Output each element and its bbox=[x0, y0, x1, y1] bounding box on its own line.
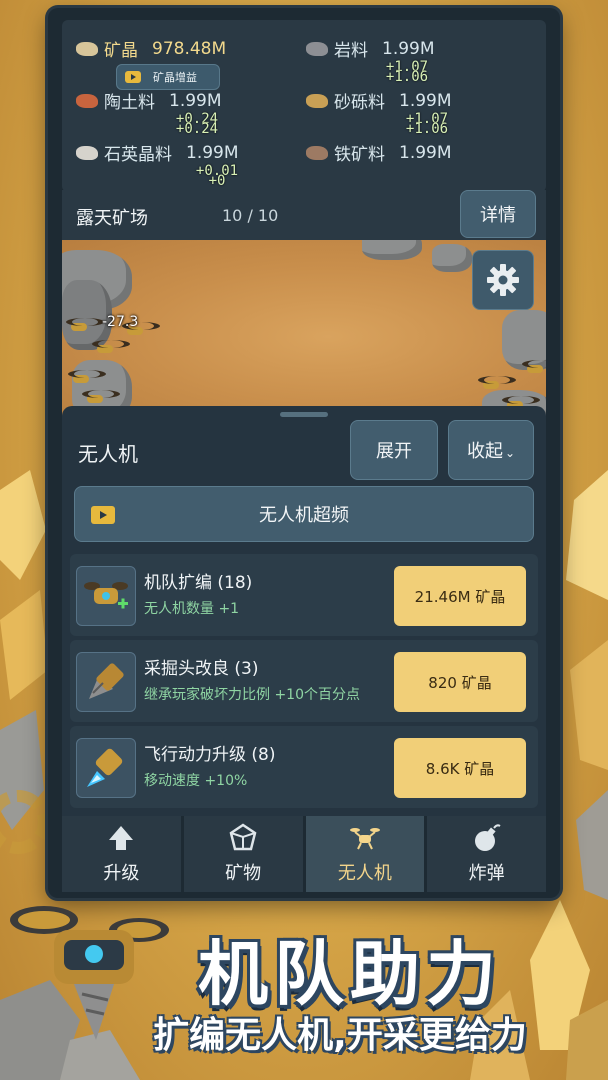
crystal-ore-icon bbox=[76, 41, 98, 56]
upgrade-row: 采掘头改良 (3) 继承玩家破坏力比例 +10个百分点 820 矿晶 bbox=[70, 640, 538, 722]
video-ad-icon bbox=[91, 506, 115, 524]
resource-gravel: 砂砾料 1.99M bbox=[306, 88, 452, 113]
mining-field[interactable]: -27.3 bbox=[62, 240, 546, 416]
drone bbox=[522, 360, 546, 378]
video-ad-icon bbox=[125, 71, 141, 83]
tab-minerals[interactable]: 矿物 bbox=[183, 816, 303, 892]
drag-handle[interactable] bbox=[280, 412, 328, 417]
drone bbox=[68, 370, 106, 388]
delta-rock: +1.07 +1.06 bbox=[385, 59, 429, 85]
drone-icon bbox=[349, 823, 381, 853]
drone-overclock-button[interactable]: 无人机超频 bbox=[74, 486, 534, 542]
expand-button[interactable]: 展开 bbox=[350, 420, 438, 480]
upgrade-row: 飞行动力升级 (8) 移动速度 +10% 8.6K 矿晶 bbox=[70, 726, 538, 808]
crystal-boost-button[interactable]: 矿晶增益 bbox=[116, 64, 220, 90]
tab-upgrade[interactable]: 升级 bbox=[62, 816, 181, 892]
promo-headline: 机队助力 bbox=[198, 933, 502, 1015]
detail-button[interactable]: 详情 bbox=[460, 190, 536, 238]
drone bbox=[478, 376, 516, 394]
delta-gravel: +1.07 +1.06 bbox=[405, 111, 449, 137]
delta-quartz: +0.01 +0 bbox=[195, 163, 239, 189]
resource-rock: 岩料 1.99M bbox=[306, 36, 435, 61]
tab-drone[interactable]: 无人机 bbox=[305, 816, 425, 892]
iron-ore-icon bbox=[306, 145, 328, 160]
gear-icon bbox=[487, 264, 519, 296]
arrow-up-icon bbox=[107, 823, 135, 853]
upgrade-buy-button[interactable]: 820 矿晶 bbox=[394, 652, 526, 712]
crystal-cluster-right bbox=[566, 470, 608, 900]
resource-iron: 铁矿料 1.99M bbox=[306, 140, 452, 165]
clay-ore-icon bbox=[76, 93, 98, 108]
upgrade-desc: 移动速度 +10% bbox=[144, 773, 248, 789]
bomb-icon bbox=[473, 823, 501, 853]
upgrade-buy-button[interactable]: 8.6K 矿晶 bbox=[394, 738, 526, 798]
resource-quartz: 石英晶料 1.99M bbox=[76, 140, 239, 165]
upgrade-name: 飞行动力升级 (8) bbox=[144, 745, 276, 765]
rock bbox=[362, 240, 422, 260]
mine-title: 露天矿场 bbox=[76, 208, 148, 229]
resource-panel: 矿晶 978.48M 岩料 1.99M +1.07 +1.06 矿晶增益 陶土料… bbox=[62, 20, 546, 192]
promo-subline: 扩编无人机,开采更给力 bbox=[153, 1015, 527, 1056]
mine-header: 露天矿场 10 / 10 详情 bbox=[62, 190, 546, 242]
drone-plus-icon bbox=[76, 566, 136, 626]
bottom-tab-bar: 升级 矿物 无人机 炸弹 bbox=[62, 816, 546, 892]
upgrade-name: 机队扩编 (18) bbox=[144, 573, 253, 593]
quartz-ore-icon bbox=[76, 145, 98, 160]
resource-clay: 陶土料 1.99M bbox=[76, 88, 222, 113]
drill-head-icon bbox=[76, 652, 136, 712]
upgrade-buy-button[interactable]: 21.46M 矿晶 bbox=[394, 566, 526, 626]
mine-count: 10 / 10 bbox=[222, 206, 279, 225]
delta-clay: +0.24 +0.24 bbox=[175, 111, 219, 137]
drone bbox=[66, 318, 104, 336]
settings-button[interactable] bbox=[472, 250, 534, 310]
upgrade-desc: 继承玩家破坏力比例 +10个百分点 bbox=[144, 687, 360, 703]
collapse-button[interactable]: 收起 ⌄ bbox=[448, 420, 534, 480]
rock bbox=[432, 244, 472, 272]
game-window: 矿晶 978.48M 岩料 1.99M +1.07 +1.06 矿晶增益 陶土料… bbox=[48, 8, 560, 898]
crystal-icon bbox=[229, 823, 257, 853]
rock-ore-icon bbox=[306, 41, 328, 56]
gravel-ore-icon bbox=[306, 93, 328, 108]
chevron-down-icon: ⌄ bbox=[504, 446, 516, 460]
upgrade-name: 采掘头改良 (3) bbox=[144, 659, 259, 679]
thruster-icon bbox=[76, 738, 136, 798]
panel-title: 无人机 bbox=[78, 442, 138, 466]
drone bbox=[92, 340, 130, 358]
resource-crystal: 矿晶 978.48M bbox=[76, 36, 226, 61]
tab-bomb[interactable]: 炸弹 bbox=[427, 816, 546, 892]
damage-number: -27.3 bbox=[102, 314, 139, 330]
upgrade-desc: 无人机数量 +1 bbox=[144, 601, 240, 617]
upgrade-row: 机队扩编 (18) 无人机数量 +1 21.46M 矿晶 bbox=[70, 554, 538, 636]
drone-panel: 无人机 展开 收起 ⌄ 无人机超频 机队扩编 (18) 无人机数量 +1 21.… bbox=[62, 406, 546, 816]
